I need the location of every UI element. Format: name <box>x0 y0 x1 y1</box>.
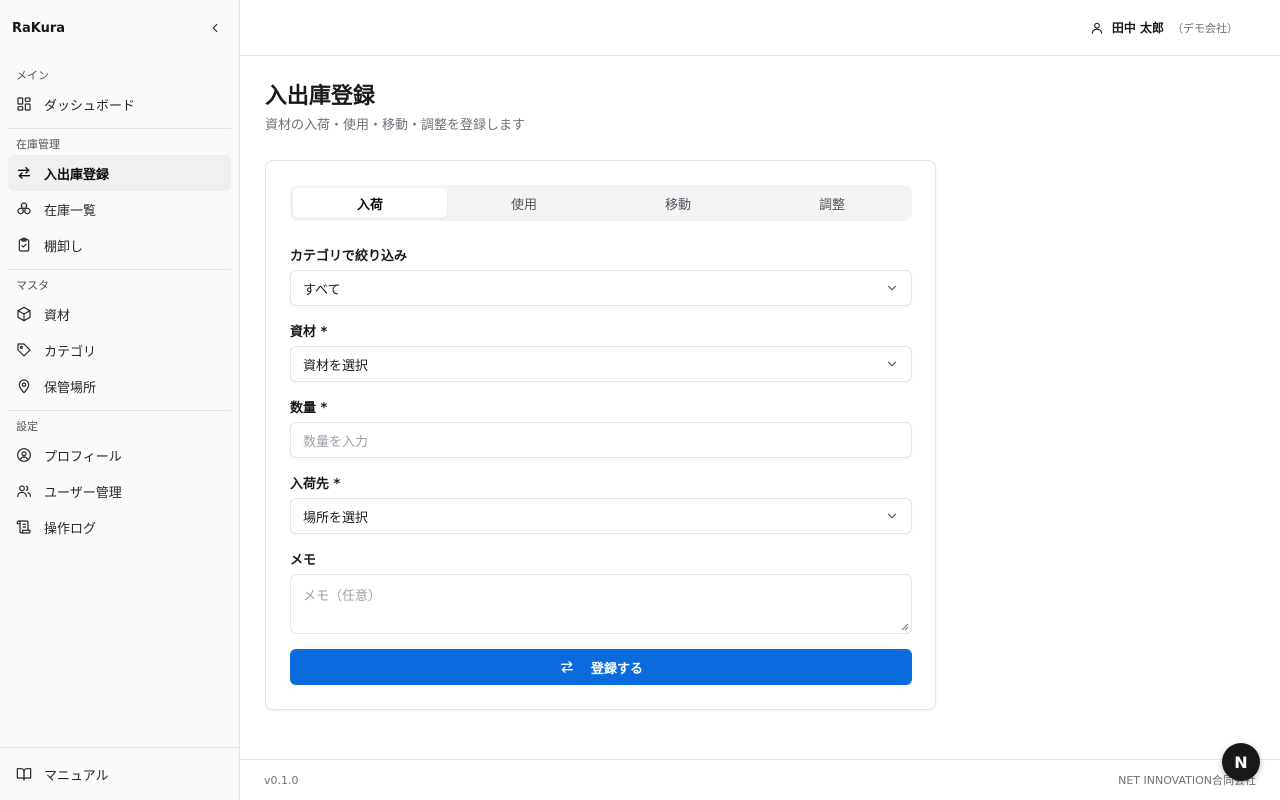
sidebar-item-user-management[interactable]: ユーザー管理 <box>8 473 231 509</box>
sidebar-item-label: 在庫一覧 <box>44 203 97 219</box>
destination-label: 入荷先 * <box>290 477 341 492</box>
sidebar-group-label: 設定 <box>16 420 38 433</box>
category-filter-label: カテゴリで絞り込み <box>290 249 408 264</box>
users-icon <box>16 483 32 499</box>
sidebar-item-label: カテゴリ <box>44 344 97 360</box>
sidebar-item-profile[interactable]: プロフィール <box>8 437 231 473</box>
resize-handle-icon[interactable] <box>901 623 909 631</box>
sidebar-group-settings: 設定 プロフィール ユーザー管理 操作ログ <box>0 417 239 545</box>
sidebar-group-label: メイン <box>16 69 49 82</box>
sidebar-item-stocktaking[interactable]: 棚卸し <box>8 227 231 263</box>
sidebar-item-categories[interactable]: カテゴリ <box>8 332 231 368</box>
user-org: （デモ会社） <box>1172 21 1238 35</box>
page-subtitle: 資材の入荷・使用・移動・調整を登録します <box>265 118 526 133</box>
sidebar-item-stock-list[interactable]: 在庫一覧 <box>8 191 231 227</box>
category-filter-value: すべて <box>303 282 341 298</box>
sidebar-group-main: メイン ダッシュボード <box>0 66 239 122</box>
submit-button[interactable]: 登録する <box>290 649 912 685</box>
sidebar-item-manual[interactable]: マニュアル <box>8 756 231 792</box>
tab-adjust[interactable]: 調整 <box>755 188 909 218</box>
app-name: RaKura <box>12 20 66 36</box>
chevron-down-icon <box>887 361 897 367</box>
memo-label: メモ <box>290 553 317 568</box>
stock-entry-form: 入荷 使用 移動 調整 カテゴリで絞り込み すべて 資材 * 資材を選択 数量 … <box>265 160 936 710</box>
destination-select[interactable]: 場所を選択 <box>290 498 912 534</box>
tab-move[interactable]: 移動 <box>601 188 755 218</box>
sidebar-item-label: 資材 <box>44 308 71 324</box>
transfer-icon <box>560 661 573 673</box>
sidebar-item-dashboard[interactable]: ダッシュボード <box>8 86 231 122</box>
sidebar-group-label: マスタ <box>16 279 49 292</box>
sidebar-item-label: マニュアル <box>44 768 109 784</box>
transfer-icon <box>16 165 32 181</box>
sidebar-item-label: 操作ログ <box>44 521 97 537</box>
sidebar-item-label: ダッシュボード <box>44 98 136 114</box>
tab-use[interactable]: 使用 <box>447 188 601 218</box>
divider <box>8 410 231 411</box>
sidebar-item-activity-log[interactable]: 操作ログ <box>8 509 231 545</box>
category-filter-select[interactable]: すべて <box>290 270 912 306</box>
tab-receive[interactable]: 入荷 <box>293 188 447 218</box>
quantity-field: 数量 * 数量を入力 <box>290 399 912 458</box>
sidebar-footer: マニュアル <box>0 747 239 800</box>
transaction-type-tabs: 入荷 使用 移動 調整 <box>290 185 912 221</box>
page-title: 入出庫登録 <box>265 84 376 109</box>
collapse-sidebar-button[interactable] <box>203 16 227 40</box>
sidebar-group-label: 在庫管理 <box>16 138 60 151</box>
memo-field: メモ メモ（任意） <box>290 551 912 634</box>
material-label: 資材 * <box>290 325 328 340</box>
sidebar-item-label: 保管場所 <box>44 380 97 396</box>
page-footer: v0.1.0 NET INNOVATION合同会社 <box>240 759 1280 800</box>
memo-placeholder: メモ（任意） <box>303 589 382 604</box>
dev-tools-button[interactable]: N <box>1222 743 1260 781</box>
app-version: v0.1.0 <box>264 773 299 787</box>
sidebar-item-label: 入出庫登録 <box>44 167 110 183</box>
sidebar-item-materials[interactable]: 資材 <box>8 296 231 332</box>
top-bar: 田中 太郎 （デモ会社） <box>240 0 1280 56</box>
sidebar-item-label: 棚卸し <box>44 239 84 255</box>
destination-field: 入荷先 * 場所を選択 <box>290 475 912 534</box>
destination-value: 場所を選択 <box>303 510 369 526</box>
sidebar-group-inventory: 在庫管理 入出庫登録 在庫一覧 棚卸し <box>0 135 239 263</box>
submit-label: 登録する <box>590 661 643 677</box>
sidebar-item-label: ユーザー管理 <box>44 485 122 501</box>
divider <box>8 269 231 270</box>
memo-textarea[interactable]: メモ（任意） <box>290 574 912 634</box>
quantity-label: 数量 * <box>290 401 328 416</box>
boxes-icon <box>16 201 32 217</box>
sidebar-item-stock-entry[interactable]: 入出庫登録 <box>8 155 231 191</box>
chevron-left-icon <box>212 23 218 33</box>
sidebar-item-label: プロフィール <box>44 449 122 465</box>
divider <box>8 128 231 129</box>
package-icon <box>16 306 32 322</box>
chevron-down-icon <box>887 285 897 291</box>
chevron-down-icon <box>887 513 897 519</box>
sidebar-group-master: マスタ 資材 カテゴリ 保管場所 <box>0 276 239 404</box>
sidebar-header: RaKura <box>0 0 239 56</box>
dashboard-icon <box>16 96 32 112</box>
tag-icon <box>16 342 32 358</box>
user-name: 田中 太郎 <box>1111 21 1164 35</box>
category-filter-field: カテゴリで絞り込み すべて <box>290 247 912 306</box>
sidebar-item-locations[interactable]: 保管場所 <box>8 368 231 404</box>
main-content: 入出庫登録 資材の入荷・使用・移動・調整を登録します 入荷 使用 移動 調整 カ… <box>265 56 1265 710</box>
sidebar: RaKura メイン ダッシュボード 在庫管理 入出庫登録 在庫一覧 棚卸し マ… <box>0 0 240 800</box>
quantity-input[interactable]: 数量を入力 <box>290 422 912 458</box>
material-value: 資材を選択 <box>303 358 369 374</box>
map-pin-icon <box>16 378 32 394</box>
material-field: 資材 * 資材を選択 <box>290 323 912 382</box>
user-icon <box>1091 22 1103 34</box>
clipboard-check-icon <box>16 237 32 253</box>
user-circle-icon <box>16 447 32 463</box>
book-icon <box>16 766 32 782</box>
material-select[interactable]: 資材を選択 <box>290 346 912 382</box>
scroll-icon <box>16 519 32 535</box>
user-menu[interactable]: 田中 太郎 （デモ会社） <box>1090 19 1238 36</box>
